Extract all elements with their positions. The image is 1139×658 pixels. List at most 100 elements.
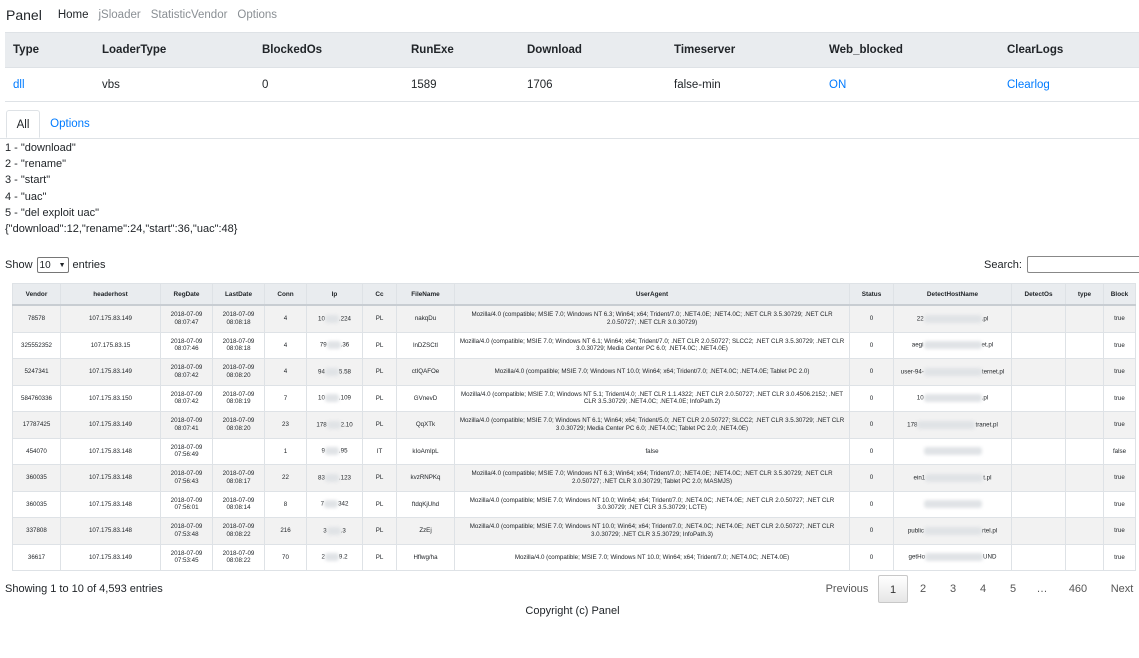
col-detectos[interactable]: DetectOs [1011,283,1066,306]
table-row[interactable]: 337808 107.175.83.148 2018-07-09 07:53:48 2… [12,517,1136,545]
nav-jsloader[interactable]: jSloader [99,9,141,21]
table-row[interactable]: 360035 107.175.83.148 2018-07-09 07:56:01 2… [12,490,1136,518]
cell-filename: nakqDu [396,304,455,333]
col-vendor[interactable]: Vendor [12,283,61,306]
legend-line: 5 - "del exploit uac" [5,206,100,219]
search-control: Search: [984,256,1139,273]
cell-status: 0 [849,517,894,545]
tab-all[interactable]: All [6,110,40,138]
brand-title[interactable]: Panel [6,7,42,23]
summary-header-runexe: RunExe [411,44,454,56]
cell-cc: PL [362,517,397,545]
table-row[interactable]: 5247341 107.175.83.149 2018-07-09 08:07:42… [12,358,1136,386]
pagination-page-3[interactable]: 3 [938,575,968,603]
cell-lastdate: 2018-07-09 08:08:20 [212,358,265,386]
col-ip[interactable]: Ip [306,283,363,306]
cell-headerhost: 107.175.83.15 [60,331,161,359]
search-input[interactable] [1026,256,1139,273]
cell-type [1065,464,1104,492]
nav-options[interactable]: Options [237,9,277,21]
cell-vendor: 78578 [12,304,61,333]
redaction-blur [324,500,339,509]
web-blocked-toggle-link[interactable]: ON [829,79,846,91]
col-filename[interactable]: FileName [396,283,455,306]
cell-useragent: Mozilla/4.0 (compatible; MSIE 7.0; Windo… [454,517,850,545]
pagination-page-460[interactable]: 460 [1056,575,1100,603]
cell-type [1065,331,1104,359]
col-lastdate[interactable]: LastDate [212,283,265,306]
chevron-down-icon: ▼ [58,261,66,269]
col-regdate[interactable]: RegDate [160,283,213,306]
summary-header-loadertype: LoaderType [102,44,167,56]
nav-home[interactable]: Home [58,9,89,21]
table-row[interactable]: 36617 107.175.83.149 2018-07-09 07:53:45 20… [12,543,1136,571]
summary-row: dll vbs 0 1589 1706 false-min ON Clearlo… [5,68,1139,102]
tab-bar: All Options [0,110,1139,139]
table-info: Showing 1 to 10 of 4,593 entries [5,583,163,595]
cell-cc: PL [362,464,397,492]
length-entries-label: entries [72,259,106,271]
cell-headerhost: 107.175.83.148 [60,490,161,518]
cell-vendor: 36617 [12,543,61,571]
cell-vendor: 17787425 [12,411,61,439]
cell-filename: ZzEj [396,517,455,545]
cell-detecthostname [893,437,1012,465]
col-type[interactable]: type [1065,283,1104,306]
col-block[interactable]: Block [1103,283,1136,306]
pagination-previous[interactable]: Previous [816,575,878,603]
table-row[interactable]: 584760336 107.175.83.150 2018-07-09 08:07:… [12,384,1136,412]
cell-detecthostname-prefix: aegi [911,341,924,349]
redaction-blur [324,553,339,562]
col-conn[interactable]: Conn [264,283,307,306]
col-headerhost[interactable]: headerhost [60,283,161,306]
cell-regdate: 2018-07-09 08:07:46 [160,331,213,359]
cell-ip-suffix: .123 [338,474,351,482]
cell-type [1065,517,1104,545]
summary-header-blockedos: BlockedOs [262,44,323,56]
cell-useragent: Mozilla/4.0 (compatible; MSIE 7.0; Windo… [454,411,850,439]
cell-ip: 2 9.2 [306,543,363,571]
navbar: Panel Home jSloader StatisticVendor Opti… [0,0,1139,30]
pagination-page-1[interactable]: 1 [878,575,908,603]
table-row[interactable]: 17787425 107.175.83.149 2018-07-09 08:07:4… [12,411,1136,439]
cell-conn: 4 [264,358,307,386]
cell-detectos [1011,358,1066,386]
col-detecthostname[interactable]: DetectHostName [893,283,1012,306]
type-link[interactable]: dll [13,79,25,91]
pagination-page-5[interactable]: 5 [998,575,1028,603]
cell-detecthostname: 178 tranet.pl [893,411,1012,439]
summary-header-timeserver: Timeserver [674,44,736,56]
cell-conn: 216 [264,517,307,545]
cell-ip-suffix: 342 [338,500,349,508]
cell-ip-suffix: .109 [338,394,351,402]
table-row[interactable]: 78578 107.175.83.149 2018-07-09 08:07:47 20… [12,304,1136,333]
col-useragent[interactable]: UserAgent [454,283,850,306]
table-row[interactable]: 454070 107.175.83.148 2018-07-09 07:56:49 1… [12,437,1136,465]
cell-ip-prefix: 10 [318,315,325,323]
clearlog-link[interactable]: Clearlog [1007,79,1050,91]
col-cc[interactable]: Cc [362,283,397,306]
entries-length-control: Show 10 ▼ entries [5,257,106,273]
summary-timeserver: false-min [674,78,721,91]
redaction-blur [925,553,984,562]
cell-detecthostname-prefix: 10 [916,394,924,402]
table-row[interactable]: 360035 107.175.83.148 2018-07-09 07:56:43 2… [12,464,1136,492]
cell-cc: PL [362,331,397,359]
pagination-page-4[interactable]: 4 [968,575,998,603]
pagination-page-2[interactable]: 2 [908,575,938,603]
entries-select[interactable]: 10 ▼ [36,257,69,273]
cell-useragent: Mozilla/4.0 (compatible; MSIE 7.0; Windo… [454,331,850,359]
cell-detecthostname [893,490,1012,518]
cell-detecthostname: aegi et.pl [893,331,1012,359]
cell-detecthostname-suffix: et.pl [981,341,994,349]
table-row[interactable]: 325552352 107.175.83.15 2018-07-09 08:07:4… [12,331,1136,359]
cell-filename: kvzRNPKq [396,464,455,492]
cell-block: false [1103,437,1136,465]
pagination-next[interactable]: Next [1100,575,1139,603]
cell-detectos [1011,411,1066,439]
cell-detecthostname-suffix: ternet.pl [981,368,1005,376]
redaction-blur [324,447,339,456]
col-status[interactable]: Status [849,283,894,306]
nav-statisticvendor[interactable]: StatisticVendor [151,9,228,21]
tab-options[interactable]: Options [46,110,94,138]
